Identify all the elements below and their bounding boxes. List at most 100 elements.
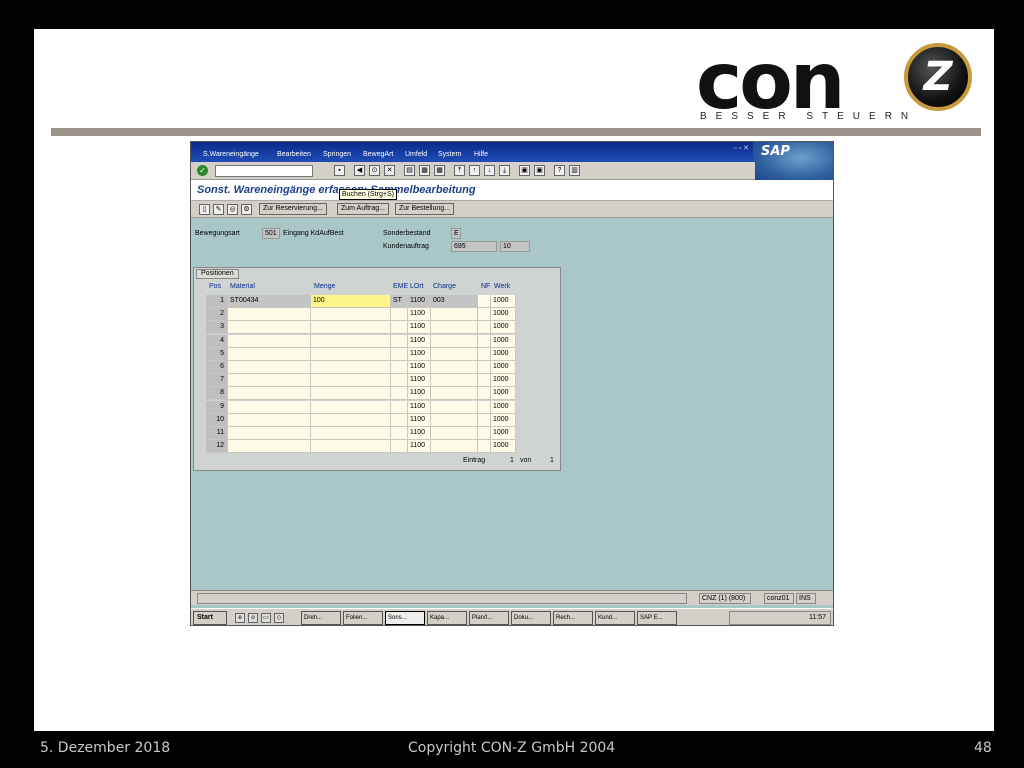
enter-check-icon[interactable]: ✓ <box>197 165 208 176</box>
channels-icon[interactable]: ◇ <box>274 613 284 623</box>
eme-field[interactable] <box>391 361 408 374</box>
task-folien[interactable]: Folien... <box>343 611 383 625</box>
table-row[interactable]: 9 1100 1000 <box>206 400 516 414</box>
eme-field[interactable] <box>391 440 408 454</box>
lort-field[interactable]: 1100 <box>408 347 431 361</box>
table-row[interactable]: 5 1100 1000 <box>206 347 516 361</box>
table-row[interactable]: 12 1100 1000 <box>206 440 516 454</box>
werk-field[interactable]: 1000 <box>491 295 516 308</box>
cancel-icon[interactable]: ✕ <box>384 165 395 176</box>
back-icon[interactable]: ◀ <box>354 165 365 176</box>
task-kapa[interactable]: Kapa... <box>427 611 467 625</box>
menge-field[interactable] <box>311 400 391 414</box>
werk-field[interactable]: 1000 <box>491 308 516 322</box>
menu-hilfe[interactable]: Hilfe <box>474 151 488 158</box>
werk-field[interactable]: 1000 <box>491 334 516 348</box>
lort-field[interactable]: 1100 <box>408 413 431 427</box>
werk-field[interactable]: 1000 <box>491 413 516 427</box>
menge-field[interactable] <box>311 334 391 348</box>
werk-field[interactable]: 1000 <box>491 387 516 401</box>
material-field[interactable] <box>228 374 311 388</box>
material-field[interactable] <box>228 427 311 440</box>
charge-field[interactable] <box>431 440 478 454</box>
find-next-icon[interactable]: ▦ <box>434 165 445 176</box>
charge-field[interactable] <box>431 400 478 414</box>
charge-field[interactable] <box>431 413 478 427</box>
sonderbestand-field[interactable]: E <box>451 228 461 239</box>
charge-field[interactable] <box>431 347 478 361</box>
next-page-icon[interactable]: ↓ <box>484 165 495 176</box>
internet-explorer-icon[interactable]: e <box>235 613 245 623</box>
prev-page-icon[interactable]: ↑ <box>469 165 480 176</box>
eme-field[interactable] <box>391 347 408 361</box>
charge-field[interactable] <box>431 308 478 322</box>
nf-field[interactable] <box>478 308 491 322</box>
eme-field[interactable] <box>391 374 408 388</box>
werk-field[interactable]: 1000 <box>491 400 516 414</box>
save-icon[interactable]: ▪ <box>334 165 345 176</box>
zur-bestellung-button[interactable]: Zur Bestellung... <box>395 203 454 215</box>
display-icon[interactable]: ◎ <box>227 204 238 215</box>
charge-field[interactable] <box>431 361 478 374</box>
menu-springen[interactable]: Springen <box>323 151 351 158</box>
material-field[interactable] <box>228 361 311 374</box>
menge-field[interactable] <box>311 427 391 440</box>
material-field[interactable] <box>228 400 311 414</box>
material-field[interactable] <box>228 334 311 348</box>
lort-field[interactable]: 1100 <box>408 374 431 388</box>
nf-field[interactable] <box>478 413 491 427</box>
menge-field[interactable] <box>311 308 391 322</box>
table-row[interactable]: 2 1100 1000 <box>206 308 516 322</box>
zur-reservierung-button[interactable]: Zur Reservierung... <box>259 203 327 215</box>
layout-icon[interactable]: ▥ <box>569 165 580 176</box>
werk-field[interactable]: 1000 <box>491 347 516 361</box>
eme-field[interactable] <box>391 400 408 414</box>
werk-field[interactable]: 1000 <box>491 361 516 374</box>
lort-field[interactable]: 1100 <box>408 427 431 440</box>
charge-field[interactable] <box>431 427 478 440</box>
print-icon[interactable]: ▤ <box>404 165 415 176</box>
desktop-icon[interactable]: ▭ <box>261 613 271 623</box>
menge-field[interactable] <box>311 440 391 454</box>
task-kund[interactable]: Kund... <box>595 611 635 625</box>
material-field[interactable] <box>228 387 311 401</box>
column-header-material[interactable]: Material <box>230 283 255 290</box>
eme-field[interactable] <box>391 308 408 322</box>
nf-field[interactable] <box>478 440 491 454</box>
column-header-nf[interactable]: NF <box>481 283 490 290</box>
material-field[interactable] <box>228 347 311 361</box>
task-sons[interactable]: Sons... <box>385 611 425 625</box>
eme-field[interactable] <box>391 334 408 348</box>
task-sap-e[interactable]: SAP E... <box>637 611 677 625</box>
eme-field[interactable] <box>391 413 408 427</box>
outlook-icon[interactable]: o <box>248 613 258 623</box>
window-controls-icon[interactable]: ▫ ▫ ✕ <box>734 144 749 152</box>
menge-field[interactable] <box>311 347 391 361</box>
werk-field[interactable]: 1000 <box>491 427 516 440</box>
help-icon[interactable]: ? <box>554 165 565 176</box>
table-row[interactable]: 6 1100 1000 <box>206 361 516 374</box>
kundenauftrag-field[interactable]: 695 <box>451 241 497 252</box>
lort-field[interactable]: 1100 <box>408 295 431 308</box>
column-header-menge[interactable]: Menge <box>314 283 335 290</box>
menu-system[interactable]: System <box>438 151 461 158</box>
lort-field[interactable]: 1100 <box>408 321 431 335</box>
material-field[interactable]: ST00434 <box>228 295 311 308</box>
column-header-lort[interactable]: LOrt <box>410 283 424 290</box>
column-header-eme[interactable]: EME <box>393 283 408 290</box>
charge-field[interactable] <box>431 321 478 335</box>
kundenauftrag-position-field[interactable]: 10 <box>500 241 530 252</box>
lort-field[interactable]: 1100 <box>408 387 431 401</box>
werk-field[interactable]: 1000 <box>491 440 516 454</box>
menu-bewegart[interactable]: BewegArt <box>363 151 393 158</box>
nf-field[interactable] <box>478 334 491 348</box>
nf-field[interactable] <box>478 361 491 374</box>
nf-field[interactable] <box>478 400 491 414</box>
nf-field[interactable] <box>478 295 491 308</box>
menge-field[interactable]: 100 <box>311 295 391 308</box>
shortcut-icon[interactable]: ▣ <box>534 165 545 176</box>
lort-field[interactable]: 1100 <box>408 334 431 348</box>
eme-field[interactable] <box>391 387 408 401</box>
nf-field[interactable] <box>478 387 491 401</box>
last-page-icon[interactable]: ⤓ <box>499 165 510 176</box>
